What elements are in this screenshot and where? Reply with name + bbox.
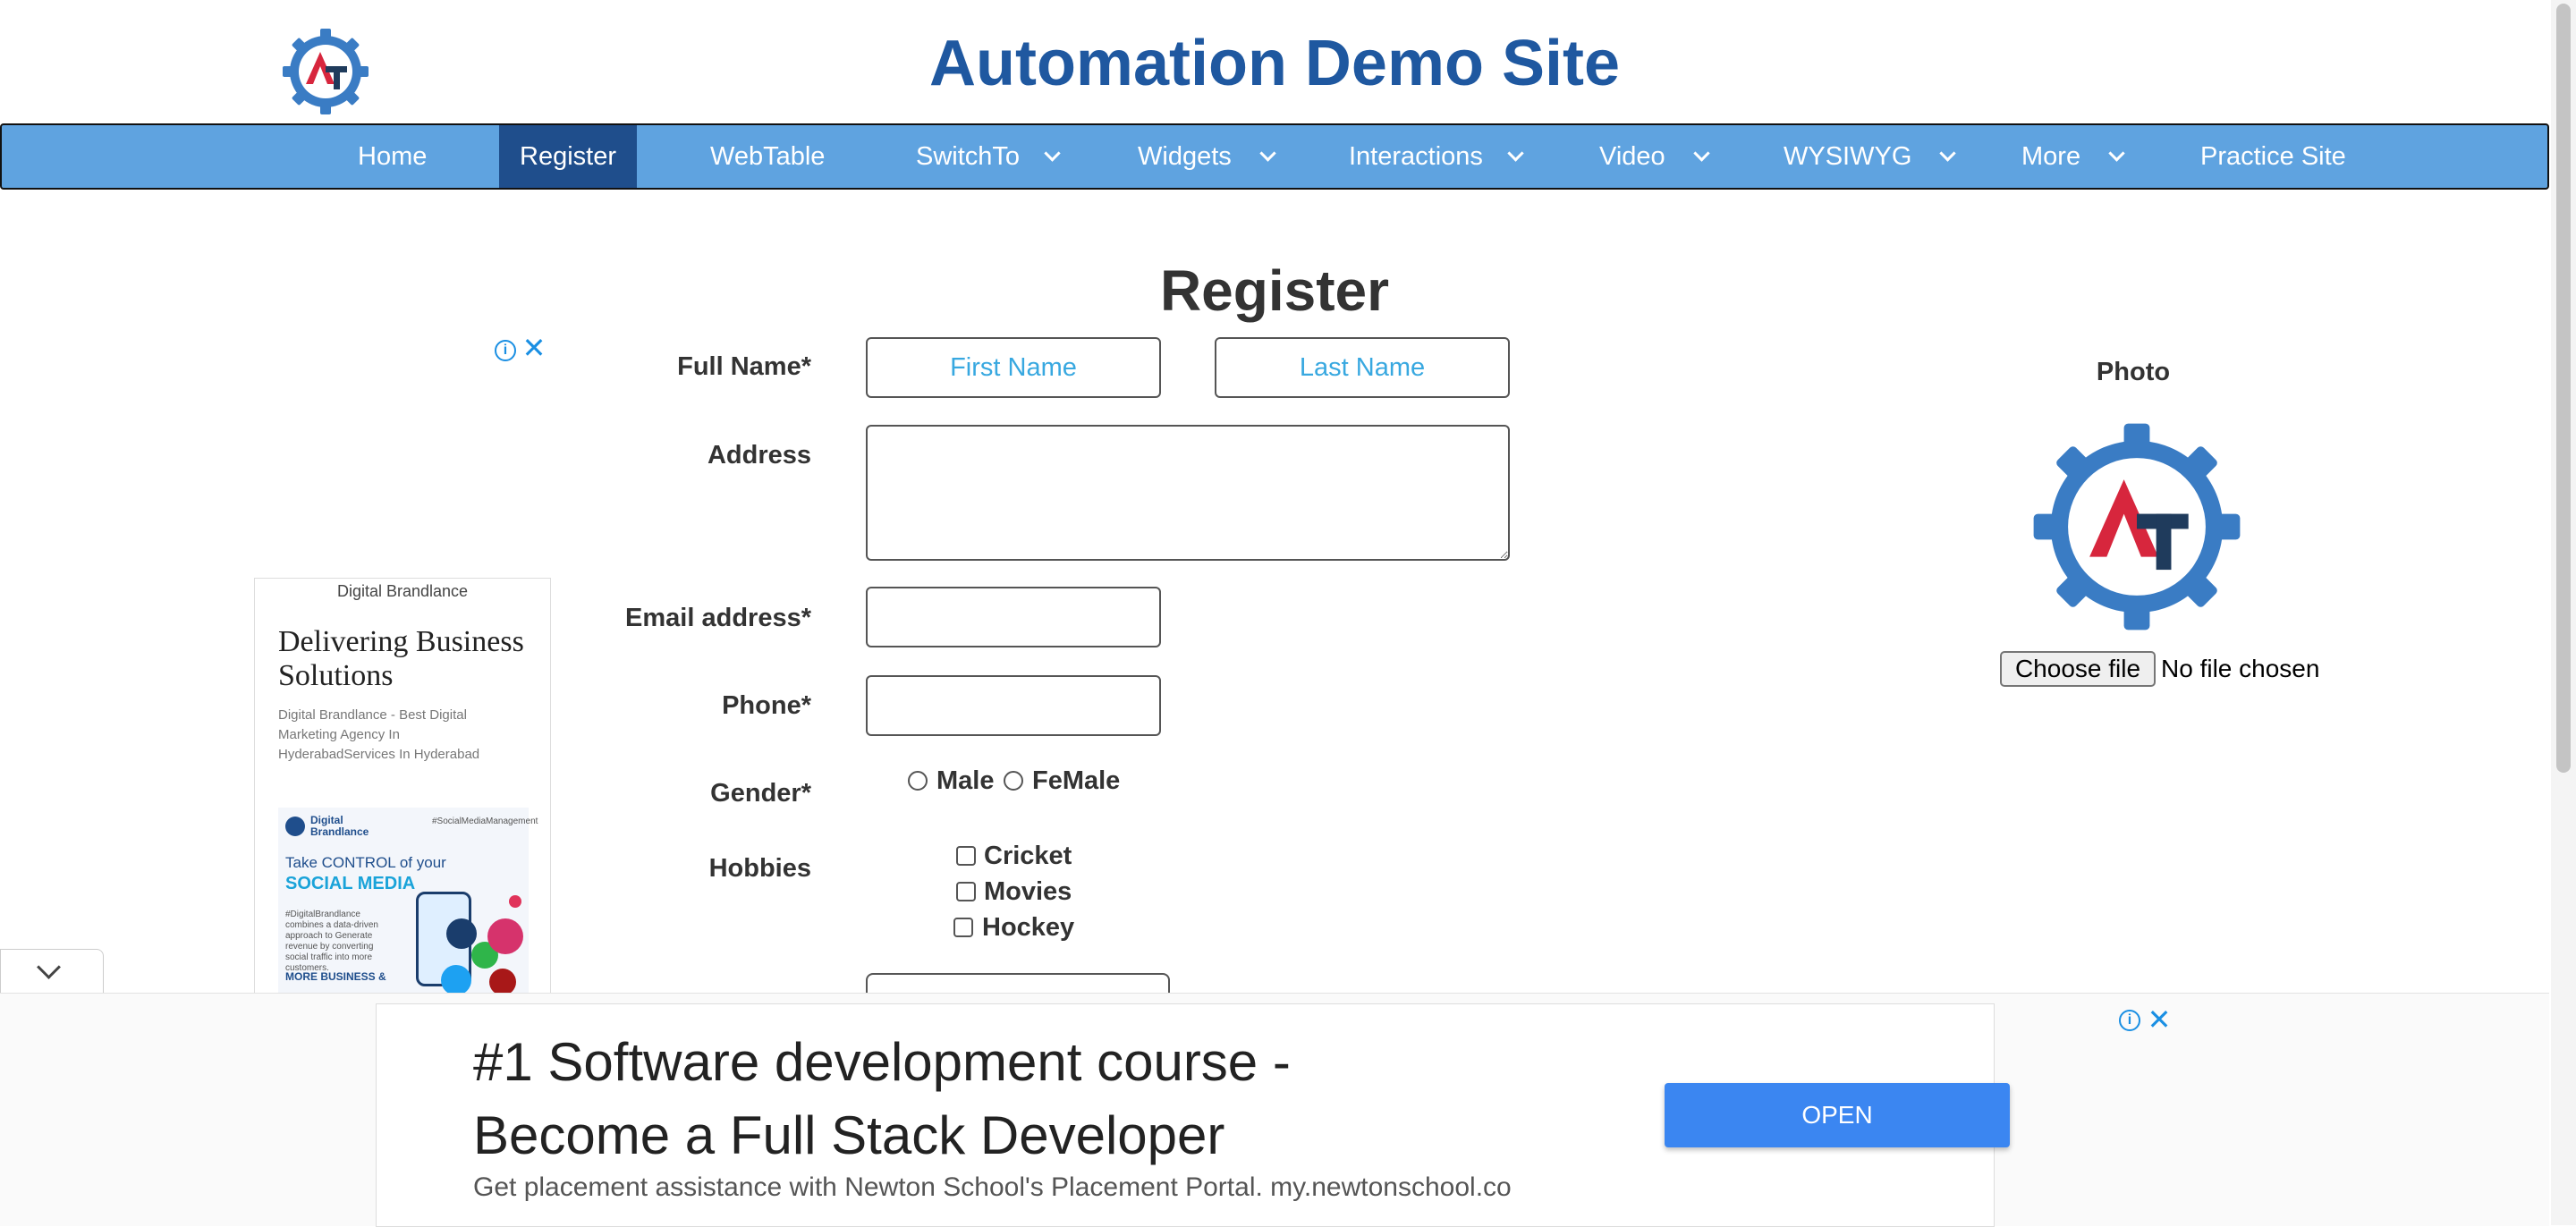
scrollbar-thumb[interactable]	[2556, 4, 2571, 773]
nav-practice-site[interactable]: Practice Site	[2200, 125, 2346, 188]
info-icon[interactable]: i	[495, 340, 516, 361]
phone-input[interactable]	[866, 675, 1161, 736]
chevron-down-icon	[1259, 145, 1276, 162]
nav-register[interactable]: Register	[499, 125, 637, 188]
bottom-ad-headline: #1 Software development course - Become …	[473, 1032, 1291, 1165]
side-ad-title: Delivering Business Solutions	[278, 625, 524, 692]
first-name-input[interactable]	[866, 337, 1161, 398]
close-icon[interactable]: ✕	[2144, 1004, 2174, 1035]
side-ad-image-more: MORE BUSINESS &	[285, 970, 386, 983]
nav-wysiwyg-label: WYSIWYG	[1784, 142, 1912, 171]
file-status: No file chosen	[2161, 655, 2320, 682]
hobby-hockey-checkbox[interactable]	[953, 918, 973, 937]
gender-female-label: FeMale	[1032, 766, 1121, 795]
gender-female-radio[interactable]	[1004, 771, 1023, 791]
page-heading: Register	[1159, 258, 1390, 323]
chevron-down-icon	[1692, 145, 1710, 162]
photo-label: Photo	[2096, 358, 2171, 386]
side-ad-description: Digital Brandlance - Best Digital Market…	[278, 707, 480, 762]
full-name-label: Full Name*	[677, 352, 811, 381]
nav-register-label: Register	[520, 142, 616, 171]
nav-more[interactable]: More	[2021, 125, 2125, 188]
nav-home-label: Home	[358, 142, 428, 171]
hobby-movies-label: Movies	[984, 877, 1072, 906]
chevron-down-icon	[1044, 145, 1061, 162]
close-icon[interactable]: ✕	[519, 333, 549, 363]
bottom-ad-subtext: Get placement assistance with Newton Sch…	[473, 1172, 1512, 1202]
hobby-movies-checkbox[interactable]	[956, 882, 976, 901]
last-name-input[interactable]	[1215, 337, 1510, 398]
bottom-advertisement[interactable]: #1 Software development course - Become …	[376, 1003, 2171, 1227]
nav-interactions-label: Interactions	[1349, 142, 1483, 171]
side-ad-image-brand: Digital Brandlance	[310, 814, 369, 838]
side-ad-image: Digital Brandlance #SocialMediaManagemen…	[278, 808, 538, 994]
choose-file-button[interactable]: Choose file	[2000, 651, 2156, 687]
nav-switchto[interactable]: SwitchTo	[916, 125, 1061, 188]
side-advertisement[interactable]: Digital Brandlance Delivering Business S…	[254, 578, 551, 994]
nav-widgets[interactable]: Widgets	[1138, 125, 1276, 188]
main-navbar: Home Register WebTable SwitchTo Widgets …	[0, 123, 2549, 190]
email-input[interactable]	[866, 587, 1161, 647]
facebook-icon	[446, 918, 477, 949]
nav-switchto-label: SwitchTo	[916, 142, 1021, 171]
info-icon[interactable]: i	[2119, 1010, 2140, 1031]
nav-widgets-label: Widgets	[1138, 142, 1232, 171]
nav-more-label: More	[2021, 142, 2081, 171]
pinterest-icon	[489, 969, 516, 994]
chevron-down-icon	[1507, 145, 1524, 162]
ad-collapse-tab[interactable]	[0, 949, 104, 994]
nav-practice-site-label: Practice Site	[2200, 142, 2346, 171]
hobby-hockey-label: Hockey	[982, 913, 1075, 942]
side-ad-image-body: #DigitalBrandlance combines a data-drive…	[285, 910, 378, 973]
chevron-down-icon	[2108, 145, 2125, 162]
hobby-cricket-label: Cricket	[984, 842, 1072, 870]
side-ad-brand: Digital Brandlance	[336, 582, 469, 600]
chevron-down-icon	[1939, 145, 1957, 162]
twitter-icon	[441, 965, 471, 994]
side-ad-image-take: Take CONTROL of your	[285, 854, 446, 871]
chevron-down-icon	[37, 955, 61, 979]
instagram-icon	[487, 918, 523, 954]
nav-video[interactable]: Video	[1599, 125, 1710, 188]
ad-open-button[interactable]: OPEN	[1665, 1083, 2010, 1147]
gender-male-label: Male	[936, 766, 995, 795]
side-ad-image-tag: #SocialMediaManagement	[432, 817, 538, 826]
heart-icon	[509, 895, 521, 908]
nav-interactions[interactable]: Interactions	[1349, 125, 1524, 188]
page-scrollbar[interactable]	[2551, 0, 2576, 1225]
nav-home[interactable]: Home	[358, 125, 428, 188]
nav-webtable-label: WebTable	[710, 142, 826, 171]
nav-video-label: Video	[1599, 142, 1665, 171]
nav-webtable[interactable]: WebTable	[710, 125, 825, 188]
hobby-cricket-checkbox[interactable]	[956, 846, 976, 866]
site-title: Automation Demo Site	[928, 28, 1621, 99]
brand-logo-icon	[285, 817, 305, 836]
profile-photo-placeholder	[2033, 423, 2241, 630]
gender-male-radio[interactable]	[908, 771, 928, 791]
address-label: Address	[707, 441, 811, 470]
side-ad-image-social: SOCIAL MEDIA	[285, 874, 416, 893]
nav-wysiwyg[interactable]: WYSIWYG	[1784, 125, 1957, 188]
address-textarea[interactable]	[866, 425, 1510, 561]
